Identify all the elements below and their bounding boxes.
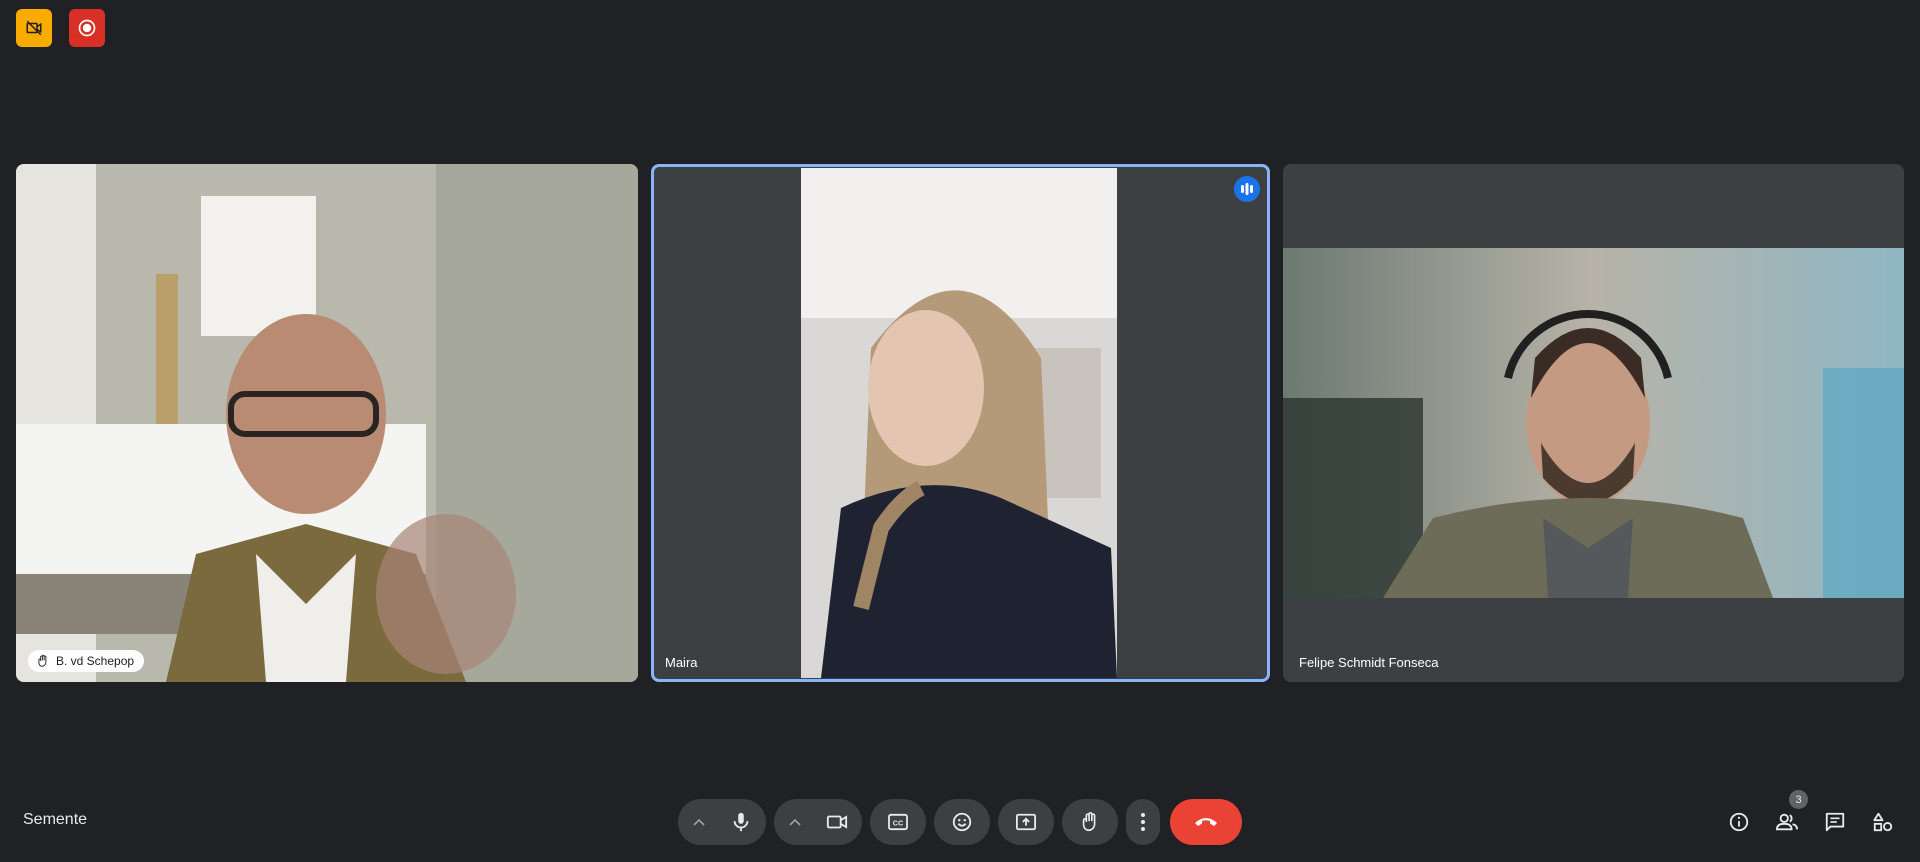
captions-button[interactable]: CC [870, 799, 926, 845]
present-screen-icon [1016, 813, 1036, 831]
participant-video [801, 168, 1117, 678]
present-screen-button[interactable] [998, 799, 1054, 845]
info-icon [1729, 812, 1749, 832]
participant-video [16, 164, 638, 682]
chevron-up-icon [789, 818, 801, 826]
participant-name-pill: B. vd Schepop [28, 650, 145, 672]
recording-indicator[interactable] [69, 9, 105, 47]
raised-hand-icon [38, 654, 47, 667]
camera-off-indicator[interactable] [16, 9, 52, 47]
camera-group [774, 799, 862, 845]
record-icon [78, 19, 96, 37]
participant-name: B. vd Schepop [56, 654, 135, 668]
microphone-icon [733, 812, 749, 832]
meeting-title: Semente [23, 811, 88, 828]
emoji-icon [952, 812, 972, 832]
camera-icon [826, 815, 848, 829]
activities-shapes-icon [1873, 812, 1893, 832]
microphone-button[interactable] [718, 799, 764, 845]
people-icon [1775, 813, 1798, 831]
closed-captions-icon: CC [888, 813, 908, 831]
participant-tile-3[interactable]: Felipe Schmidt Fonseca [1283, 164, 1904, 682]
participant-name: Maira [665, 655, 698, 670]
hang-up-icon [1195, 818, 1217, 826]
svg-text:CC: CC [893, 819, 903, 828]
hand-icon [1082, 812, 1096, 832]
speaking-indicator [1234, 176, 1260, 202]
chevron-up-icon [693, 818, 705, 826]
audio-level-icon [1241, 183, 1253, 195]
chat-icon [1825, 812, 1845, 832]
raise-hand-button[interactable] [1062, 799, 1118, 845]
participant-count-badge: 3 [1789, 790, 1808, 809]
participant-name: Felipe Schmidt Fonseca [1299, 655, 1439, 670]
mic-options-button[interactable] [680, 799, 718, 845]
camera-button[interactable] [814, 799, 860, 845]
activities-button[interactable] [1864, 803, 1902, 841]
meeting-details-button[interactable] [1720, 803, 1758, 841]
no-camera-icon [26, 20, 42, 36]
leave-call-button[interactable] [1170, 799, 1242, 845]
reactions-button[interactable] [934, 799, 990, 845]
chat-button[interactable] [1816, 803, 1854, 841]
participant-tile-2[interactable]: Maira [651, 164, 1270, 682]
camera-options-button[interactable] [776, 799, 814, 845]
more-vert-icon [1141, 813, 1145, 831]
more-options-button[interactable] [1126, 799, 1160, 845]
participant-video [1283, 248, 1904, 598]
participant-tile-1[interactable]: B. vd Schepop [16, 164, 638, 682]
microphone-group [678, 799, 766, 845]
